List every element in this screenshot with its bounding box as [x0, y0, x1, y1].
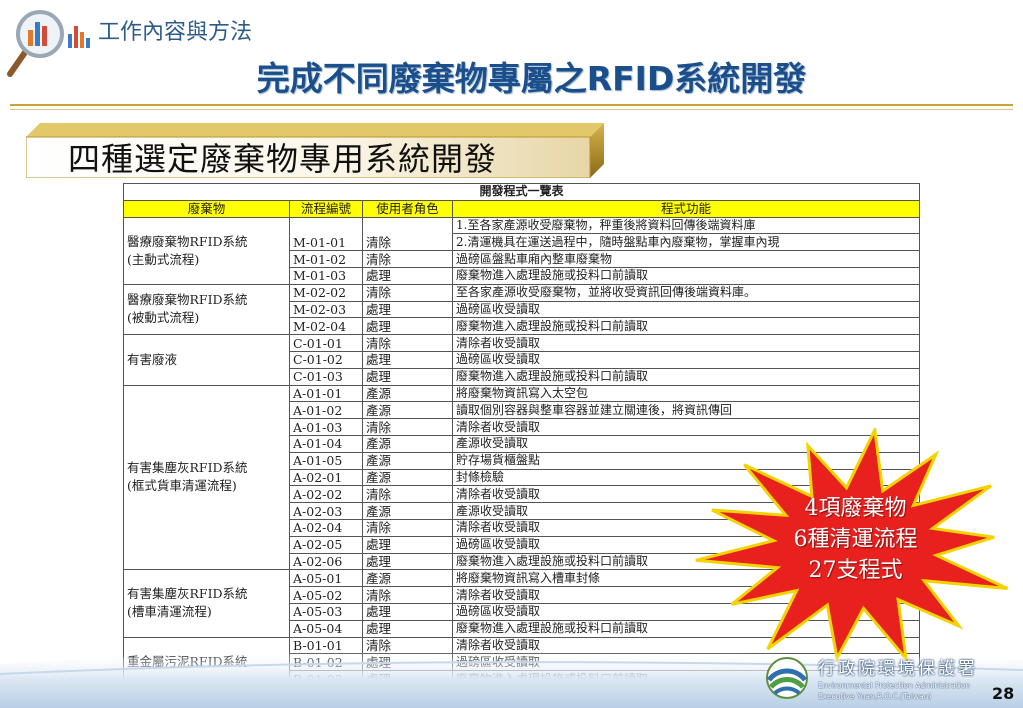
user-role-cell: 處理 — [362, 535, 453, 554]
user-role-cell: 清除 — [362, 485, 453, 504]
flow-code-cell: A-02-06 — [289, 552, 363, 571]
user-role-cell: 處理 — [362, 552, 453, 571]
function-cell: 清除者收受讀取 — [451, 334, 921, 352]
user-role-cell: 清除 — [362, 216, 453, 252]
waste-type-flow: (主動式流程) — [127, 251, 200, 267]
user-role-cell: 處理 — [362, 300, 453, 319]
user-role-cell: 清除 — [362, 334, 453, 352]
table-row: 醫療廢棄物RFID系統 (被動式流程) M-02-02 清除 至各家產源收受廢棄物，並將… — [123, 283, 921, 336]
user-role-cell: 產源 — [362, 401, 453, 420]
user-role-cell: 產源 — [362, 569, 453, 588]
waste-type-name: 醫療廢棄物RFID系統 — [127, 292, 248, 308]
waste-type-name: 有害集塵灰RFID系統 — [127, 586, 248, 602]
function-cell: 1.至各家產源收受廢棄物，秤重後將資料回傳後端資料庫 — [451, 216, 921, 235]
flow-code-cell: A-05-04 — [289, 619, 363, 638]
user-role-cell: 處理 — [362, 602, 453, 621]
page-number: 28 — [992, 684, 1015, 703]
agency-country-english: Executive Yuan,R.O.C.(Taiwan) — [818, 692, 932, 701]
table-row: 有害集塵灰RFID系統 (框式貨車清運流程) A-01-01 產源 將廢棄物資訊寫入太空… — [123, 384, 921, 571]
function-cell: 讀取個別容器與整車容器並建立關連後，將資訊傳回 — [451, 401, 921, 420]
function-cell: 至各家產源收受廢棄物，並將收受資訊回傳後端資料庫。 — [451, 283, 921, 302]
waste-type-cell: 有害廢液 — [123, 334, 290, 386]
user-role-cell: 產源 — [362, 384, 453, 403]
flow-code-cell: M-02-03 — [289, 300, 363, 319]
waste-type-flow: (被動式流程) — [127, 310, 200, 326]
flow-code-cell: A-05-02 — [289, 586, 363, 604]
function-cell: 將廢棄物資訊寫入太空包 — [451, 384, 921, 403]
table-row: 醫療廢棄物RFID系統 (主動式流程) M-01-01 清除 1.至各家產源收受廢棄物，… — [123, 216, 921, 285]
user-role-cell: 清除 — [362, 586, 453, 604]
user-role-cell: 產源 — [362, 502, 453, 520]
column-header: 程式功能 — [451, 199, 921, 218]
flow-code-cell: A-02-02 — [289, 485, 363, 504]
table-caption: 開發程式一覽表 — [122, 183, 921, 201]
flow-code-cell: A-02-01 — [289, 468, 363, 487]
flow-code-cell: M-01-03 — [289, 266, 363, 285]
function-cell: 過磅區收受讀取 — [451, 300, 921, 319]
agency-name-english: Environmental Protection Administration — [818, 681, 971, 690]
waste-type-cell: 有害集塵灰RFID系統 (框式貨車清運流程) — [123, 384, 290, 571]
user-role-cell: 處理 — [362, 266, 453, 285]
callout-line-3: 27支程式 — [808, 558, 903, 583]
waste-type-name: 有害集塵灰RFID系統 — [127, 460, 248, 476]
user-role-cell: 清除 — [362, 518, 453, 537]
user-role-cell: 處理 — [362, 367, 453, 386]
table-header-row: 廢棄物 流程編號 使用者角色 程式功能 — [123, 199, 921, 218]
function-cell: 過磅區收受讀取 — [451, 350, 921, 369]
waste-type-flow: (槽車清運流程) — [127, 604, 212, 620]
function-cell: 廢棄物進入處理設施或投料口前讀取 — [451, 317, 921, 336]
flow-code-cell: M-01-02 — [289, 250, 363, 268]
user-role-cell: 清除 — [362, 250, 453, 268]
page-title: 完成不同廢棄物專屬之RFID系統開發 — [256, 59, 807, 98]
waste-type-cell: 醫療廢棄物RFID系統 (被動式流程) — [123, 283, 290, 336]
callout-line-1: 4項廢棄物 — [804, 496, 907, 521]
section-title: 工作內容與方法 — [98, 20, 253, 45]
waste-type-cell: 醫療廢棄物RFID系統 (主動式流程) — [123, 216, 290, 285]
flow-code-cell: C-01-02 — [289, 350, 363, 369]
column-header: 流程編號 — [289, 199, 363, 218]
flow-code-cell: M-02-04 — [289, 317, 363, 336]
table-row: 有害廢液 C-01-01 清除 清除者收受讀取 — [123, 334, 921, 386]
flow-code-cell: A-05-01 — [289, 569, 363, 588]
table-caption-row: 開發程式一覽表 — [122, 183, 921, 201]
user-role-cell: 產源 — [362, 468, 453, 487]
callout-line-2: 6種清運流程 — [793, 527, 918, 552]
flow-code-cell: A-01-01 — [289, 384, 363, 403]
waste-type-cell: 有害集塵灰RFID系統 (槽車清運流程) — [123, 569, 290, 638]
flow-code-cell: A-01-04 — [289, 434, 363, 453]
user-role-cell: 產源 — [362, 451, 453, 470]
function-cell: 廢棄物進入處理設施或投料口前讀取 — [451, 367, 921, 386]
flow-code-cell: M-02-02 — [289, 283, 363, 302]
agency-name-chinese: 行政院環境保護署 — [818, 659, 978, 679]
flow-code-cell: A-02-04 — [289, 518, 363, 537]
function-cell: 廢棄物進入處理設施或投料口前讀取 — [451, 266, 921, 285]
waste-type-name: 有害廢液 — [127, 351, 178, 367]
user-role-cell: 清除 — [362, 283, 453, 302]
flow-code-cell: M-01-01 — [289, 216, 363, 252]
function-cell: 過磅區盤點車廂內整車廢棄物 — [451, 250, 921, 268]
title-divider — [10, 104, 1013, 106]
flow-code-cell: C-01-03 — [289, 367, 363, 386]
user-role-cell: 清除 — [362, 418, 453, 436]
flow-code-cell: C-01-01 — [289, 334, 363, 352]
subtitle-banner-text: 四種選定廢棄物專用系統開發 — [68, 140, 498, 178]
flow-code-cell: A-01-02 — [289, 401, 363, 420]
title-divider-thin — [10, 109, 1013, 110]
column-header: 使用者角色 — [362, 199, 453, 218]
user-role-cell: 處理 — [362, 350, 453, 369]
flow-code-cell: A-01-03 — [289, 418, 363, 436]
user-role-cell: 處理 — [362, 619, 453, 638]
function-cell: 2.清運機具在運送過程中，隨時盤點車內廢棄物，掌握車內現 — [451, 233, 921, 252]
flow-code-cell: A-05-03 — [289, 602, 363, 621]
user-role-cell: 處理 — [362, 317, 453, 336]
flow-code-cell: A-02-03 — [289, 502, 363, 520]
epa-emblem-icon — [766, 657, 808, 699]
flow-code-cell: A-02-05 — [289, 535, 363, 554]
user-role-cell: 產源 — [362, 434, 453, 453]
waste-type-flow: (框式貨車清運流程) — [127, 478, 237, 494]
waste-type-name: 醫療廢棄物RFID系統 — [127, 233, 248, 249]
flow-code-cell: A-01-05 — [289, 451, 363, 470]
column-header: 廢棄物 — [123, 199, 290, 218]
